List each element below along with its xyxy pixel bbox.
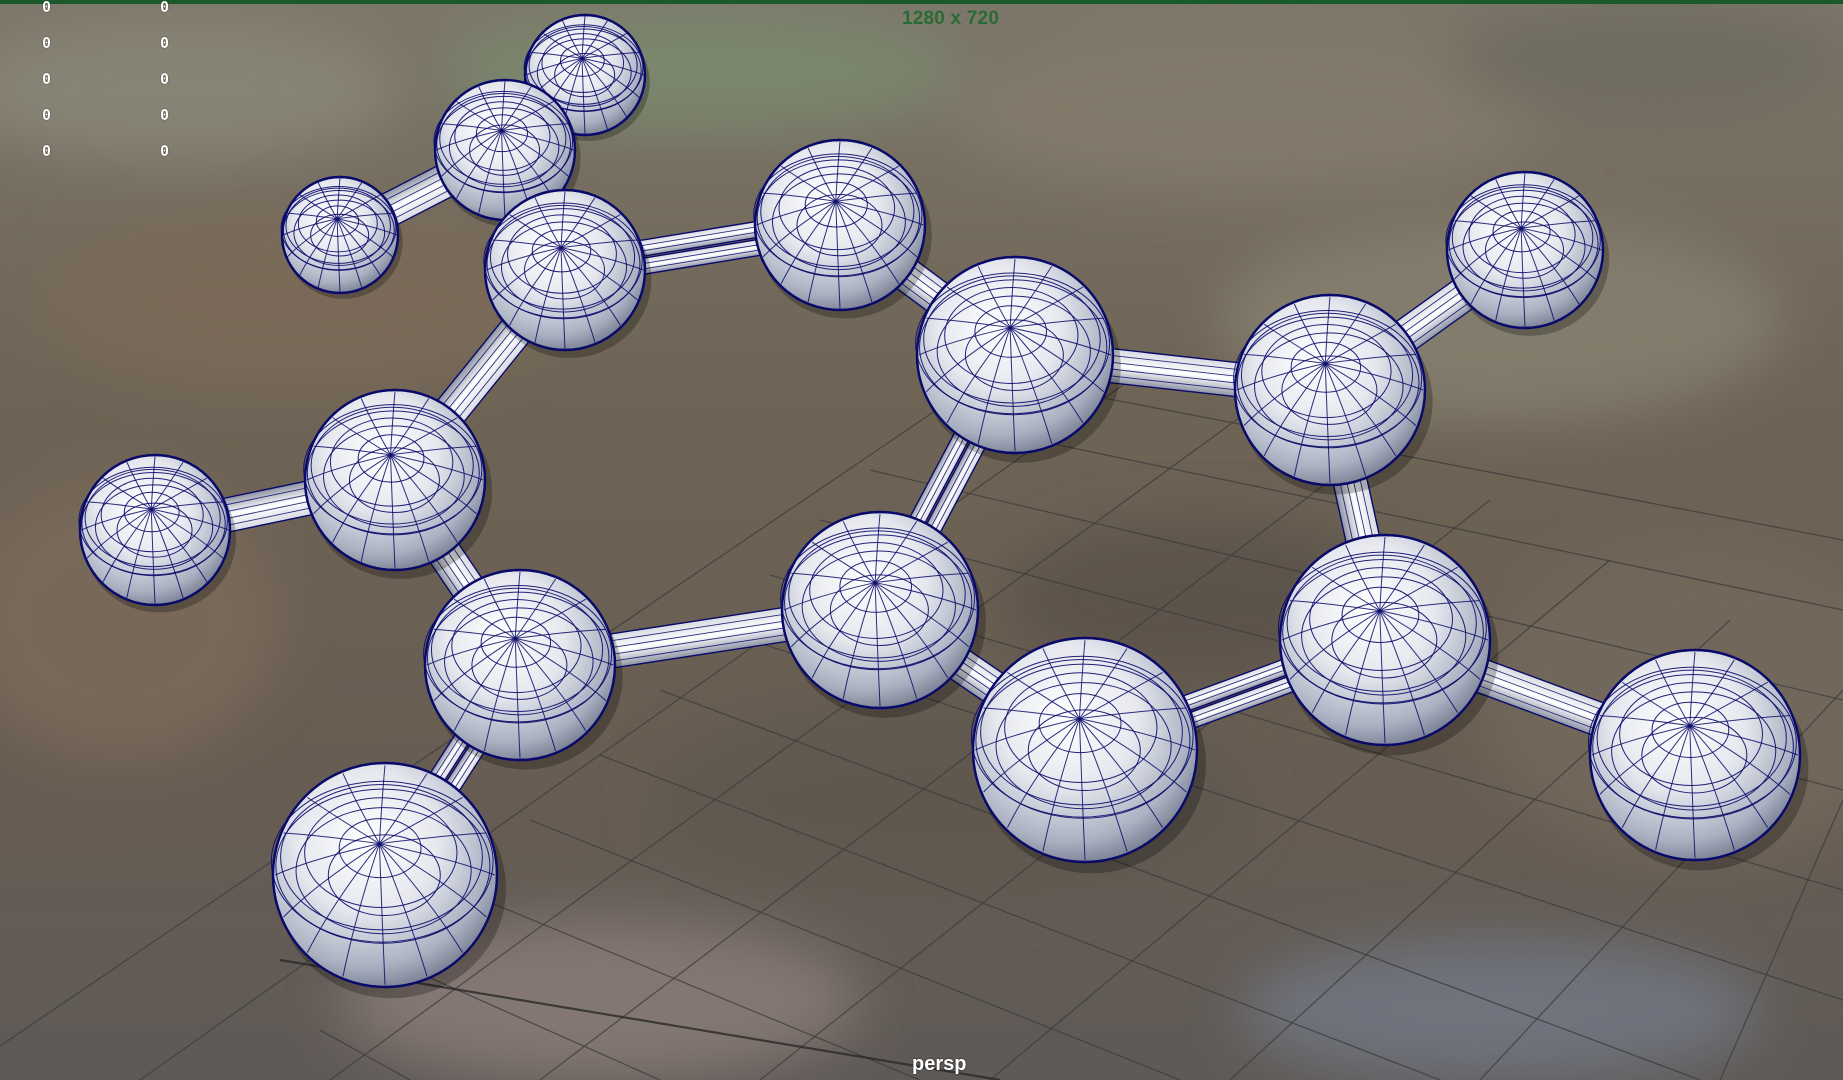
atom-sphere — [1445, 170, 1610, 336]
hud-stat-left-1: 0 — [42, 0, 52, 16]
hud-stat-left-4: 0 — [42, 106, 52, 124]
molecule-scene[interactable] — [0, 0, 1843, 1080]
atom-sphere — [780, 510, 986, 718]
hud-stat-left-3: 0 — [42, 70, 52, 88]
camera-name-label: persp — [912, 1053, 967, 1075]
atom-sphere — [78, 453, 236, 613]
maya-perspective-viewport[interactable]: 0 0 0 0 0 0 0 0 0 0 1280 x 720 persp — [0, 0, 1843, 1080]
hud-stat-right-2: 0 — [160, 34, 170, 52]
hud-stat-right-3: 0 — [160, 70, 170, 88]
hud-stat-left-5: 0 — [42, 142, 52, 160]
atom-sphere — [1587, 648, 1809, 871]
grid-line — [539, 449, 1371, 1080]
grid-line — [459, 889, 921, 1080]
atom-sphere — [753, 138, 932, 319]
atom-sphere — [1277, 533, 1499, 756]
atom-sphere — [915, 255, 1121, 463]
hud-stat-right-4: 0 — [160, 106, 170, 124]
resolution-gate-label: 1280 x 720 — [902, 8, 1000, 29]
atom-sphere — [970, 636, 1206, 874]
hud-stat-right-5: 0 — [160, 142, 170, 160]
hud-stat-left-2: 0 — [42, 34, 52, 52]
hud-stat-right-1: 0 — [160, 0, 170, 16]
